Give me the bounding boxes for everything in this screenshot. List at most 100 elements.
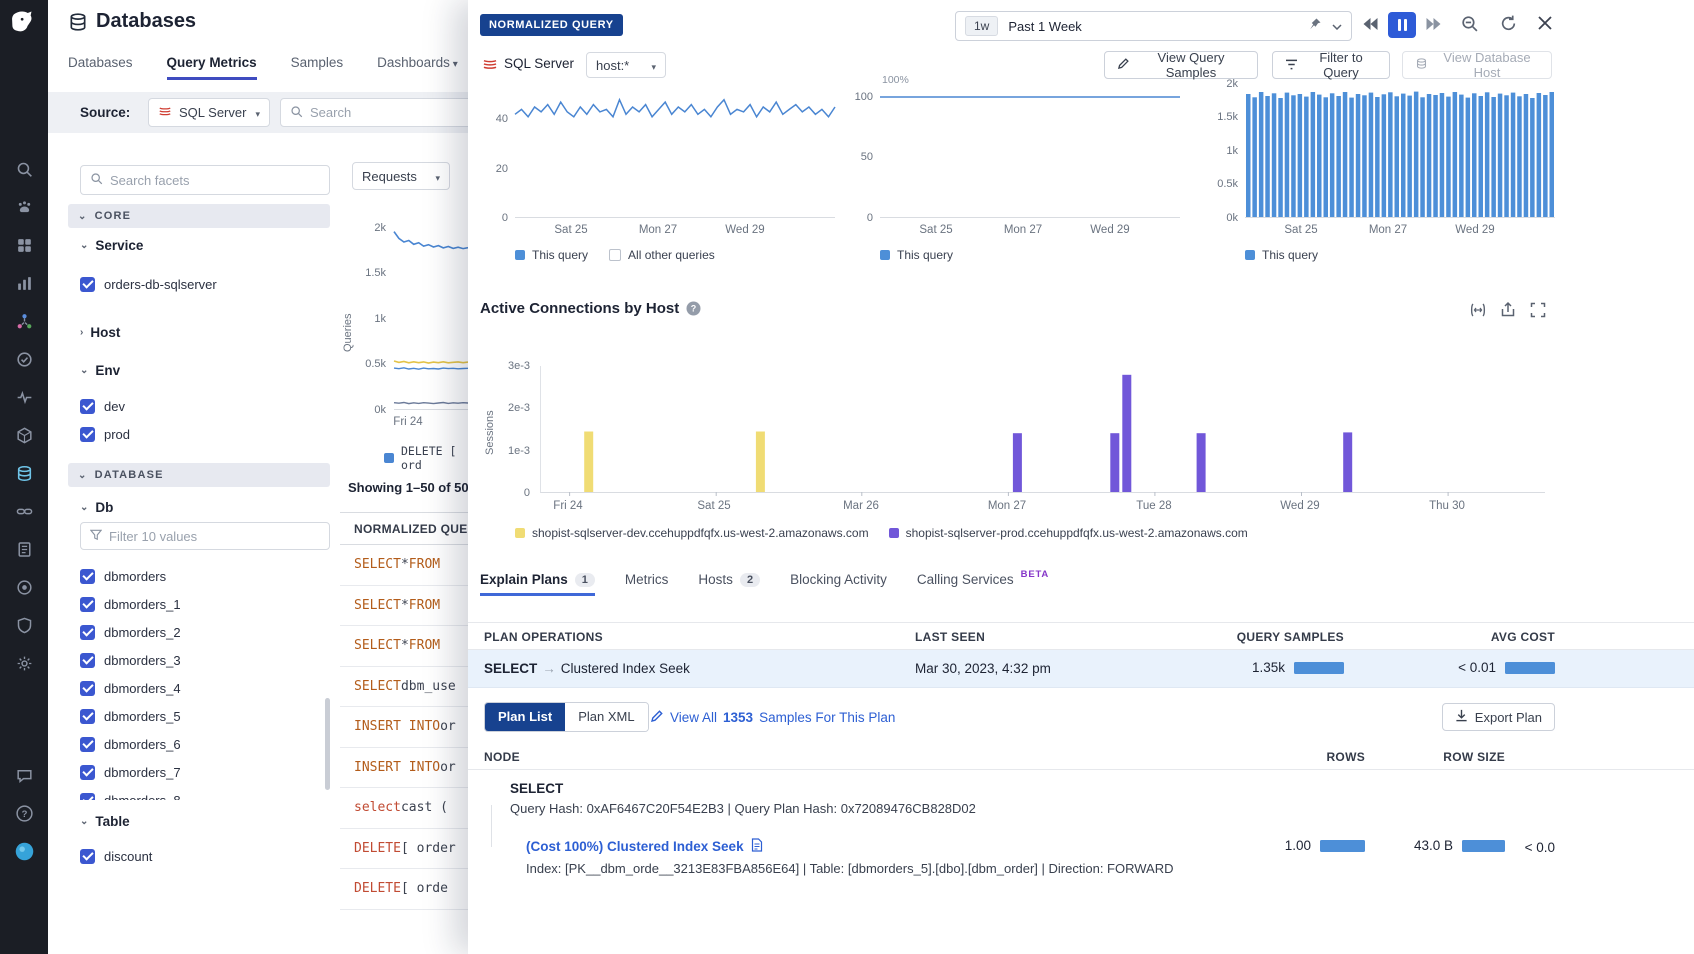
facet-value-dbmorders_1[interactable]: dbmorders_1: [80, 590, 320, 618]
checkbox[interactable]: [80, 849, 95, 864]
facet-env-header[interactable]: Env: [80, 363, 120, 378]
facet-value-dbmorders_7[interactable]: dbmorders_7: [80, 758, 320, 786]
facet-value-dbmorders_8[interactable]: dbmorders_8: [80, 786, 320, 800]
settings-icon[interactable]: [0, 644, 48, 682]
apm-icon[interactable]: [0, 302, 48, 340]
query-row[interactable]: INSERT INTO or: [340, 707, 468, 748]
close-icon[interactable]: [1537, 15, 1553, 31]
chat-icon[interactable]: [0, 756, 48, 794]
plan-node-child[interactable]: (Cost 100%) Clustered Index Seek 1.00 43…: [468, 832, 1694, 886]
active-connections-chart[interactable]: [540, 366, 1545, 493]
logs-icon[interactable]: [0, 530, 48, 568]
query-row[interactable]: SELECT * FROM: [340, 586, 468, 627]
facet-search-input[interactable]: [110, 173, 320, 188]
db-filter-input[interactable]: [109, 529, 320, 544]
refresh-icon[interactable]: [1499, 14, 1518, 33]
checkbox[interactable]: [80, 427, 95, 442]
view-query-samples-button[interactable]: View Query Samples: [1104, 51, 1258, 79]
checkbox[interactable]: [80, 597, 95, 612]
checkbox[interactable]: [80, 569, 95, 584]
legend-item-all-other[interactable]: All other queries: [609, 248, 715, 262]
tab-dashboards[interactable]: Dashboards: [377, 55, 458, 80]
facet-table-header[interactable]: Table: [80, 814, 130, 829]
facet-value-dbmorders_2[interactable]: dbmorders_2: [80, 618, 320, 646]
checkbox[interactable]: [80, 709, 95, 724]
fullscreen-icon[interactable]: [1529, 301, 1547, 319]
checkbox[interactable]: [80, 653, 95, 668]
query-row[interactable]: select cast (: [340, 788, 468, 829]
chevron-down-icon[interactable]: [1332, 17, 1342, 35]
checkbox[interactable]: [80, 277, 95, 292]
facet-service-header[interactable]: Service: [80, 238, 143, 253]
facet-value-dbmorders_3[interactable]: dbmorders_3: [80, 646, 320, 674]
checkbox[interactable]: [80, 737, 95, 752]
facet-value-dbmorders_5[interactable]: dbmorders_5: [80, 702, 320, 730]
time-range-picker[interactable]: 1w Past 1 Week: [955, 11, 1352, 41]
legend-item-this-query[interactable]: This query: [1245, 248, 1318, 262]
tab-hosts[interactable]: Hosts 2: [698, 572, 760, 596]
query-search-box[interactable]: [280, 98, 468, 127]
legend-item-this-query[interactable]: This query: [880, 248, 953, 262]
filter-to-query-button[interactable]: Filter to Query: [1272, 51, 1390, 79]
query-row[interactable]: SELECT * FROM: [340, 626, 468, 667]
ci-icon[interactable]: [0, 492, 48, 530]
query-row[interactable]: INSERT INTO or: [340, 748, 468, 789]
serverless-icon[interactable]: [0, 606, 48, 644]
help-icon[interactable]: ?: [0, 794, 48, 832]
facet-value-orders-db-sqlserver[interactable]: orders-db-sqlserver: [80, 270, 330, 298]
query-volume-chart[interactable]: [394, 228, 468, 410]
node-cost-title[interactable]: (Cost 100%) Clustered Index Seek: [526, 838, 763, 855]
metrics-icon[interactable]: [0, 264, 48, 302]
legend-item-dev-host[interactable]: shopist-sqlserver-dev.ccehuppdfqfx.us-we…: [515, 526, 869, 540]
integrations-icon[interactable]: [0, 416, 48, 454]
metric-selector[interactable]: Requests: [352, 162, 450, 190]
legend-item-this-query[interactable]: This query: [515, 248, 588, 262]
facet-scrollbar[interactable]: [325, 698, 330, 790]
query-percent-chart[interactable]: [880, 85, 1180, 218]
synthetics-icon[interactable]: [0, 378, 48, 416]
query-row[interactable]: SELECT * FROM: [340, 545, 468, 586]
query-row[interactable]: DELETE [ order: [340, 829, 468, 870]
document-icon[interactable]: [751, 838, 763, 855]
query-row[interactable]: SELECT dbm_use: [340, 667, 468, 708]
tab-calling-services[interactable]: Calling Services BETA: [917, 572, 1049, 596]
facet-search-box[interactable]: [80, 165, 330, 195]
pause-button[interactable]: [1388, 12, 1416, 38]
user-avatar[interactable]: [0, 832, 48, 870]
source-select[interactable]: SQL Server: [148, 98, 270, 127]
search-icon[interactable]: [0, 150, 48, 188]
host-filter-select[interactable]: host:*: [586, 52, 666, 78]
plan-xml-button[interactable]: Plan XML: [565, 703, 647, 731]
tab-explain-plans[interactable]: Explain Plans 1: [480, 572, 595, 596]
facet-host-header[interactable]: Host: [80, 325, 120, 340]
legend-item[interactable]: DELETE [ ord: [384, 444, 468, 472]
facet-value-dbmorders_4[interactable]: dbmorders_4: [80, 674, 320, 702]
security-icon[interactable]: [0, 568, 48, 606]
query-search-input[interactable]: [310, 105, 468, 120]
forward-icon[interactable]: [1425, 17, 1442, 31]
view-database-host-button[interactable]: View Database Host: [1402, 51, 1552, 79]
facet-db-header[interactable]: Db: [80, 500, 113, 515]
plan-operation-row[interactable]: SELECT→Clustered Index Seek Mar 30, 2023…: [468, 650, 1694, 688]
checkbox[interactable]: [80, 765, 95, 780]
export-plan-button[interactable]: Export Plan: [1442, 703, 1555, 731]
backward-icon[interactable]: [1362, 17, 1379, 31]
datadog-logo[interactable]: [9, 8, 39, 38]
tab-query-metrics[interactable]: Query Metrics: [167, 55, 257, 80]
tab-metrics[interactable]: Metrics: [625, 572, 669, 596]
facet-value-dbmorders_6[interactable]: dbmorders_6: [80, 730, 320, 758]
facet-value-dbmorders[interactable]: dbmorders: [80, 562, 320, 590]
dashboards-icon[interactable]: [0, 226, 48, 264]
checkbox[interactable]: [80, 793, 95, 801]
zoom-out-icon[interactable]: [1460, 14, 1479, 33]
rows-bar-chart[interactable]: [1245, 84, 1555, 218]
watchdog-icon[interactable]: [0, 188, 48, 226]
view-all-samples-link[interactable]: View All 1353 Samples For This Plan: [650, 709, 895, 726]
databases-icon[interactable]: [0, 454, 48, 492]
facet-value-dev[interactable]: dev: [80, 392, 330, 420]
axis-scale-icon[interactable]: [1469, 301, 1487, 319]
db-filter-box[interactable]: [80, 522, 330, 550]
checkbox[interactable]: [80, 625, 95, 640]
pin-icon[interactable]: [1308, 17, 1322, 36]
tab-blocking-activity[interactable]: Blocking Activity: [790, 572, 887, 596]
